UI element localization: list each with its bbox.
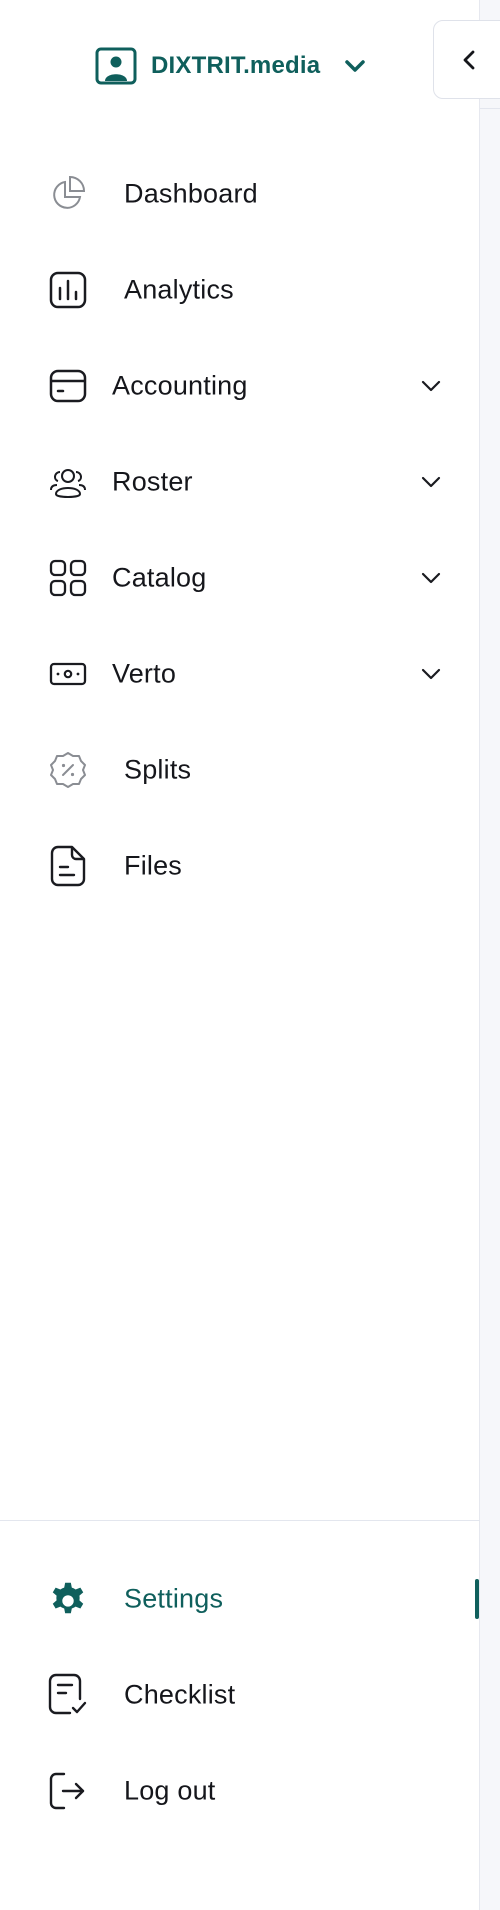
sidebar: DIXTRIT.media Dashboard Analytics Accoun… (0, 0, 480, 1910)
active-indicator (475, 1579, 479, 1619)
collapse-sidebar-button[interactable] (433, 20, 500, 99)
sidebar-item-accounting[interactable]: Accounting (0, 351, 480, 421)
chevron-down-icon[interactable] (418, 565, 444, 591)
sidebar-item-files[interactable]: Files (0, 831, 480, 901)
sidebar-item-label: Checklist (124, 1679, 236, 1710)
sidebar-item-label: Roster (112, 466, 193, 497)
sidebar-item-roster[interactable]: Roster (0, 447, 480, 517)
logout-icon (48, 1771, 88, 1811)
sidebar-item-catalog[interactable]: Catalog (0, 543, 480, 613)
sidebar-item-label: Log out (124, 1775, 216, 1806)
workspace-name: DIXTRIT.media (151, 52, 321, 79)
content-edge (480, 0, 500, 1910)
sidebar-item-label: Files (124, 850, 183, 881)
sidebar-item-label: Analytics (124, 274, 234, 305)
sidebar-item-analytics[interactable]: Analytics (0, 255, 480, 325)
cash-icon (48, 654, 88, 694)
sidebar-item-label: Dashboard (124, 178, 258, 209)
chevron-down-icon (344, 59, 366, 73)
sidebar-item-label: Accounting (112, 370, 248, 401)
sidebar-divider (0, 1520, 480, 1521)
credit-card-icon (48, 366, 88, 406)
pie-chart-icon (48, 174, 88, 214)
checklist-icon (48, 1673, 88, 1715)
sidebar-item-verto[interactable]: Verto (0, 639, 480, 709)
sidebar-item-label: Catalog (112, 562, 207, 593)
gear-icon (48, 1579, 88, 1619)
sidebar-item-label: Verto (112, 658, 177, 689)
chevron-down-icon[interactable] (418, 661, 444, 687)
chevron-down-icon[interactable] (418, 469, 444, 495)
sidebar-item-splits[interactable]: Splits (0, 735, 480, 805)
sidebar-item-checklist[interactable]: Checklist (0, 1660, 480, 1730)
logout-button[interactable]: Log out (0, 1756, 480, 1826)
chevron-left-icon (462, 49, 476, 71)
user-card-icon (95, 47, 137, 85)
grid-icon (48, 558, 88, 598)
users-icon (48, 462, 88, 502)
sidebar-item-dashboard[interactable]: Dashboard (0, 159, 480, 229)
bar-chart-icon (48, 270, 88, 310)
sidebar-item-label: Settings (124, 1583, 224, 1614)
sidebar-item-label: Splits (124, 754, 192, 785)
sidebar-item-settings[interactable]: Settings (0, 1564, 480, 1634)
document-icon (48, 845, 88, 887)
chevron-down-icon[interactable] (418, 373, 444, 399)
percent-badge-icon (48, 750, 88, 790)
workspace-switcher[interactable]: DIXTRIT.media (95, 47, 366, 85)
